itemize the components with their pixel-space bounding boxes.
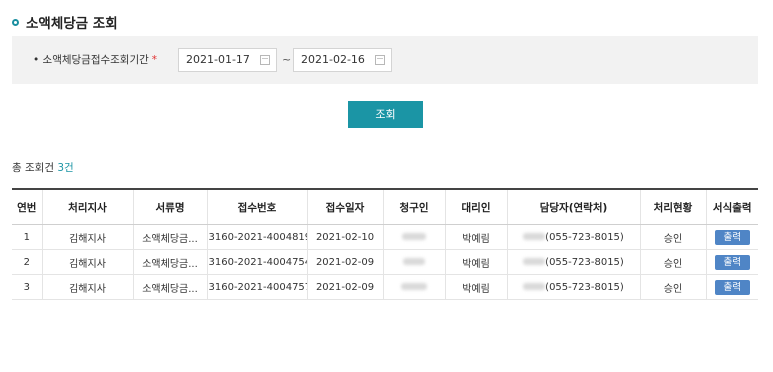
print-button[interactable]: 출력: [714, 279, 750, 295]
redacted-claimant: [403, 258, 425, 265]
table-row: 1 김해지사 소액체당금... 3160-2021-4004819 2021-0…: [12, 224, 758, 250]
cell-receipt-no: 3160-2021-4004757: [206, 274, 307, 300]
contact-phone: (055-723-8015): [545, 256, 624, 268]
cell-contact: (055-723-8015): [506, 274, 640, 300]
period-label: • 소액체당금접수조회기간 *: [33, 36, 157, 84]
date-to-field[interactable]: 2021-02-16: [293, 48, 392, 72]
contact-phone: (055-723-8015): [545, 231, 624, 243]
cell-branch: 김해지사: [41, 249, 133, 275]
table-header-row: 연번 처리지사 서류명 접수번호 접수일자 청구인 대리인 담당자(연락처) 처…: [12, 188, 758, 225]
cell-branch: 김해지사: [41, 274, 133, 300]
date-from-value: 2021-01-17: [186, 53, 250, 66]
date-separator: ~: [282, 53, 292, 66]
cell-receipt-no: 3160-2021-4004819: [206, 224, 307, 250]
period-label-text: • 소액체당금접수조회기간: [33, 54, 149, 66]
col-header-doc: 서류명: [132, 188, 207, 225]
cell-no: 2: [12, 249, 42, 275]
cell-print: 출력: [705, 249, 758, 275]
cell-claimant: [382, 224, 445, 250]
date-from-field[interactable]: 2021-01-17: [178, 48, 277, 72]
col-header-print: 서식출력: [705, 188, 758, 225]
result-count-value: 3건: [57, 162, 74, 174]
print-button[interactable]: 출력: [714, 229, 750, 245]
col-header-contact: 담당자(연락처): [506, 188, 640, 225]
cell-receipt-date: 2021-02-09: [306, 274, 383, 300]
calendar-icon[interactable]: [260, 55, 270, 65]
cell-status: 승인: [639, 224, 706, 250]
col-header-no: 연번: [12, 188, 42, 225]
contact-phone: (055-723-8015): [545, 281, 624, 293]
cell-print: 출력: [705, 274, 758, 300]
col-header-receipt-no: 접수번호: [206, 188, 307, 225]
col-header-status: 처리현황: [639, 188, 706, 225]
cell-no: 3: [12, 274, 42, 300]
col-header-branch: 처리지사: [41, 188, 133, 225]
search-button[interactable]: 조회: [348, 101, 423, 128]
cell-agent: 박예림: [444, 274, 507, 300]
calendar-icon[interactable]: [375, 55, 385, 65]
redacted-name: [523, 283, 546, 290]
table-row: 3 김해지사 소액체당금... 3160-2021-4004757 2021-0…: [12, 274, 758, 300]
redacted-claimant: [402, 233, 426, 240]
cell-contact: (055-723-8015): [506, 224, 640, 250]
col-header-claimant: 청구인: [382, 188, 445, 225]
cell-branch: 김해지사: [41, 224, 133, 250]
cell-receipt-date: 2021-02-10: [306, 224, 383, 250]
redacted-name: [523, 233, 546, 240]
page-header: 소액체당금 조회: [12, 12, 118, 32]
page-title: 소액체당금 조회: [26, 16, 118, 32]
required-mark: *: [151, 54, 158, 66]
result-count: 총 조회건 3건: [12, 160, 74, 175]
date-to-value: 2021-02-16: [301, 53, 365, 66]
result-table: 연번 처리지사 서류명 접수번호 접수일자 청구인 대리인 담당자(연락처) 처…: [12, 188, 758, 300]
cell-doc[interactable]: 소액체당금...: [132, 274, 207, 300]
bullet-circle-icon: [12, 18, 19, 26]
cell-agent: 박예림: [444, 224, 507, 250]
cell-status: 승인: [639, 274, 706, 300]
cell-claimant: [382, 274, 445, 300]
table-row: 2 김해지사 소액체당금... 3160-2021-4004754 2021-0…: [12, 249, 758, 275]
redacted-claimant: [401, 283, 427, 290]
search-panel: • 소액체당금접수조회기간 * 2021-01-17 ~ 2021-02-16: [12, 36, 758, 84]
col-header-agent: 대리인: [444, 188, 507, 225]
cell-no: 1: [12, 224, 42, 250]
print-button[interactable]: 출력: [714, 254, 750, 270]
cell-contact: (055-723-8015): [506, 249, 640, 275]
cell-status: 승인: [639, 249, 706, 275]
cell-print: 출력: [705, 224, 758, 250]
cell-receipt-date: 2021-02-09: [306, 249, 383, 275]
redacted-name: [523, 258, 546, 265]
cell-receipt-no: 3160-2021-4004754: [206, 249, 307, 275]
cell-claimant: [382, 249, 445, 275]
cell-agent: 박예림: [444, 249, 507, 275]
col-header-receipt-date: 접수일자: [306, 188, 383, 225]
cell-doc[interactable]: 소액체당금...: [132, 224, 207, 250]
result-count-prefix: 총 조회건: [12, 162, 58, 174]
cell-doc[interactable]: 소액체당금...: [132, 249, 207, 275]
